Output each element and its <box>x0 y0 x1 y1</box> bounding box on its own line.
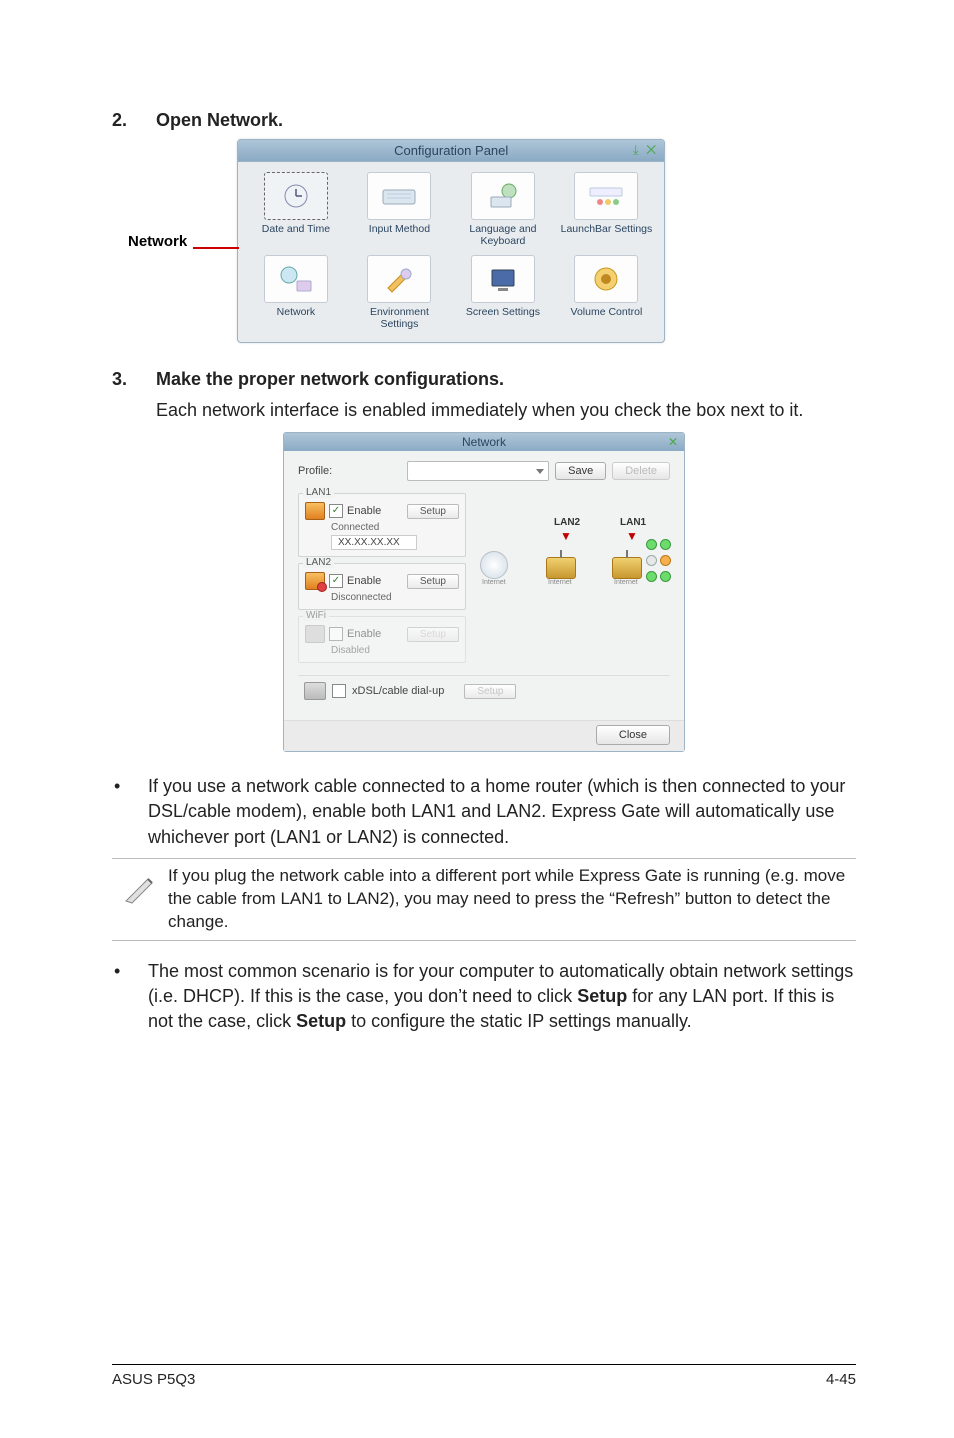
wifi-enable-checkbox[interactable] <box>329 627 343 641</box>
network-dialog-title: Network ✕ <box>284 433 684 451</box>
globe-keyboard-icon <box>471 172 535 220</box>
bullet2-text: The most common scenario is for your com… <box>148 959 856 1035</box>
footer-right: 4-45 <box>826 1371 856 1388</box>
pointer-line <box>193 247 239 249</box>
bullet-icon: • <box>112 959 148 1035</box>
cp-environment[interactable]: Environment Settings <box>350 255 450 330</box>
cp-launchbar[interactable]: LaunchBar Settings <box>557 172 657 247</box>
cp-input-method[interactable]: Input Method <box>350 172 450 247</box>
wifi-icon <box>305 625 325 643</box>
close-icon[interactable]: ✕ <box>668 435 678 449</box>
network-pointer-label: Network <box>128 233 187 250</box>
wifi-group: WiFi Enable Setup Disabled <box>298 616 466 663</box>
cp-network[interactable]: Network <box>246 255 346 330</box>
cp-date-time[interactable]: Date and Time <box>246 172 346 247</box>
config-panel: Configuration Panel ⤓ ✕ Date and Time In… <box>237 139 665 343</box>
window-buttons[interactable]: ⤓ ✕ <box>633 142 658 158</box>
modem-icon <box>304 682 326 700</box>
wifi-setup-button: Setup <box>407 627 459 642</box>
delete-button[interactable]: Delete <box>612 462 670 480</box>
launchbar-icon <box>574 172 638 220</box>
save-button[interactable]: Save <box>555 462 606 480</box>
bullet1-text: If you use a network cable connected to … <box>148 774 856 850</box>
lan1-enable-checkbox[interactable] <box>329 504 343 518</box>
xdsl-setup-button: Setup <box>464 684 516 699</box>
cp-screen[interactable]: Screen Settings <box>453 255 553 330</box>
step3-num: 3. <box>112 369 156 390</box>
speaker-icon <box>574 255 638 303</box>
wifi-status: Disabled <box>331 645 459 656</box>
step2-heading: 2. Open Network. <box>112 110 856 131</box>
network-diagram: LAN2 LAN1 ▼ ▼ Internet Internet Internet <box>480 517 670 607</box>
pencil-note-icon <box>112 865 168 907</box>
lan2-enable-checkbox[interactable] <box>329 574 343 588</box>
profile-dropdown[interactable] <box>407 461 549 481</box>
xdsl-label: xDSL/cable dial-up <box>352 685 444 697</box>
network-icon <box>264 255 328 303</box>
page-footer: ASUS P5Q3 4-45 <box>112 1364 856 1388</box>
note-text: If you plug the network cable into a dif… <box>168 865 856 934</box>
connection-leds <box>646 539 670 582</box>
lan1-ip: XX.XX.XX.XX <box>331 535 417 550</box>
monitor-icon <box>471 255 535 303</box>
close-button[interactable]: Close <box>596 725 670 745</box>
footer-left: ASUS P5Q3 <box>112 1371 195 1388</box>
globe-icon <box>480 551 508 579</box>
step2-title: Open Network. <box>156 110 283 131</box>
step2-num: 2. <box>112 110 156 131</box>
router-icon <box>546 557 576 579</box>
tools-icon <box>367 255 431 303</box>
lan1-group: LAN1 Enable Setup Connected XX.XX.XX.XX <box>298 493 466 557</box>
keyboard-icon <box>367 172 431 220</box>
cp-volume[interactable]: Volume Control <box>557 255 657 330</box>
cp-language[interactable]: Language and Keyboard <box>453 172 553 247</box>
profile-label: Profile: <box>298 465 332 477</box>
lan1-status: Connected <box>331 522 459 533</box>
step3-desc: Each network interface is enabled immedi… <box>156 398 856 422</box>
nic-icon <box>305 502 325 520</box>
lan2-status: Disconnected <box>331 592 459 603</box>
lan2-setup-button[interactable]: Setup <box>407 574 459 589</box>
note-box: If you plug the network cable into a dif… <box>112 858 856 941</box>
network-dialog: Network ✕ Profile: Save Delete LAN1 <box>283 432 685 752</box>
step3-heading: 3. Make the proper network configuration… <box>112 369 856 390</box>
nic-disconnected-icon <box>305 572 325 590</box>
clock-icon <box>264 172 328 220</box>
lan2-group: LAN2 Enable Setup Disconnected <box>298 563 466 610</box>
step3-title: Make the proper network configurations. <box>156 369 504 390</box>
config-panel-title: Configuration Panel ⤓ ✕ <box>238 140 664 162</box>
bullet-icon: • <box>112 774 148 850</box>
xdsl-checkbox[interactable] <box>332 684 346 698</box>
lan1-setup-button[interactable]: Setup <box>407 504 459 519</box>
router-icon <box>612 557 642 579</box>
